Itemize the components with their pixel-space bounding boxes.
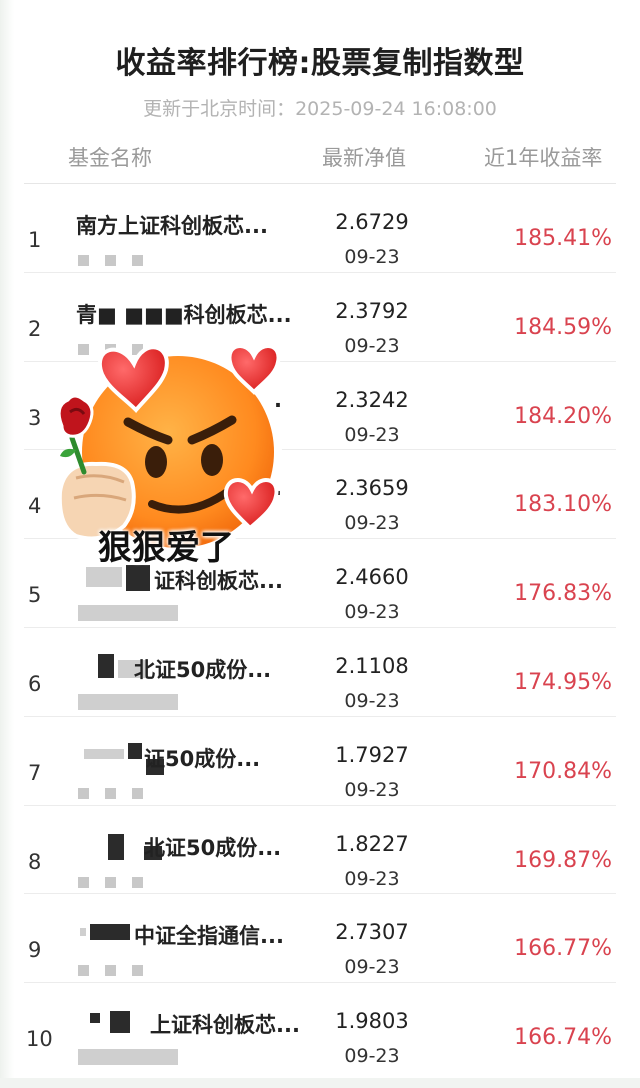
one-year-return: 166.74% bbox=[514, 1025, 612, 1051]
rank: 7 bbox=[28, 760, 42, 785]
rank: 5 bbox=[28, 583, 42, 608]
table-row[interactable]: 10 上证科创板芯... 1.9803 09-23 166.74% bbox=[24, 983, 616, 1072]
fund-code-blurred bbox=[78, 960, 178, 977]
one-year-return: 169.87% bbox=[514, 847, 612, 873]
sticker-caption: 狠狠爱了 bbox=[98, 528, 234, 568]
nav-date: 09-23 bbox=[344, 246, 400, 268]
update-time: 更新于北京时间：2025-09-24 16:08:00 bbox=[143, 98, 497, 120]
code-mosaic bbox=[78, 690, 188, 712]
rank: 6 bbox=[28, 671, 42, 696]
latest-nav: 2.3659 bbox=[335, 476, 409, 501]
code-mosaic bbox=[78, 601, 188, 623]
name-mosaic bbox=[86, 1009, 156, 1035]
nav-date: 09-23 bbox=[344, 689, 400, 712]
latest-nav: 2.7307 bbox=[335, 920, 409, 945]
latest-nav: 1.9803 bbox=[335, 1009, 409, 1034]
fund-code-blurred bbox=[78, 783, 178, 799]
header-fund-name[interactable]: 基金名称 bbox=[68, 142, 152, 172]
nav-date: 09-23 bbox=[344, 601, 400, 624]
rank: 9 bbox=[28, 938, 42, 963]
name-mosaic bbox=[80, 920, 140, 946]
one-year-return: 176.83% bbox=[514, 581, 612, 607]
one-year-return: 185.41% bbox=[514, 226, 612, 251]
fund-code-blurred bbox=[78, 872, 178, 888]
latest-nav: 2.1108 bbox=[335, 653, 409, 678]
table-row[interactable]: 1 南方上证科创板芯... 2.6729 09-23 185.41% bbox=[24, 184, 616, 273]
one-year-return: 184.59% bbox=[514, 314, 612, 340]
one-year-return: 166.77% bbox=[514, 936, 612, 962]
one-year-return: 174.95% bbox=[514, 669, 612, 695]
table-row[interactable]: 9 中证全指通信... 2.7307 09-23 166.77% bbox=[24, 894, 616, 984]
nav-date: 09-23 bbox=[344, 956, 400, 979]
rank: 8 bbox=[28, 849, 42, 874]
latest-nav: 2.6729 bbox=[335, 210, 409, 234]
nav-date: 09-23 bbox=[344, 423, 400, 446]
fund-name[interactable]: 南方上证科创板芯... bbox=[76, 210, 306, 240]
one-year-return: 183.10% bbox=[514, 492, 612, 518]
nav-date: 09-23 bbox=[344, 334, 400, 357]
fund-list: 1 南方上证科创板芯... 2.6729 09-23 185.41% 2 青■ … bbox=[0, 184, 640, 1072]
nav-date: 09-23 bbox=[344, 778, 400, 801]
bottom-edge bbox=[0, 1078, 640, 1088]
rank: 10 bbox=[26, 1027, 53, 1052]
one-year-return: 184.20% bbox=[514, 403, 612, 429]
header-1y-return[interactable]: 近1年收益率 bbox=[484, 142, 602, 172]
nav-date: 09-23 bbox=[344, 867, 400, 890]
page-title: 收益率排行榜:股票复制指数型 bbox=[115, 46, 525, 81]
nav-date: 09-23 bbox=[344, 512, 400, 535]
latest-nav: 1.7927 bbox=[335, 742, 409, 767]
code-mosaic bbox=[78, 1045, 188, 1067]
latest-nav: 1.8227 bbox=[335, 831, 409, 856]
header-latest-nav[interactable]: 最新净值 bbox=[322, 142, 406, 172]
nav-date: 09-23 bbox=[344, 1045, 400, 1068]
table-row[interactable]: 6 北证50成份... 2.1108 09-23 174.95% bbox=[24, 628, 616, 717]
rank: 1 bbox=[28, 228, 42, 252]
fund-code-blurred bbox=[78, 250, 178, 266]
one-year-return: 170.84% bbox=[514, 758, 612, 784]
latest-nav: 2.3242 bbox=[335, 387, 409, 412]
latest-nav: 2.4660 bbox=[335, 565, 409, 590]
table-header: 基金名称 最新净值 近1年收益率 bbox=[0, 140, 640, 176]
latest-nav: 2.3792 bbox=[335, 298, 409, 323]
table-row[interactable]: 7 证50成份... 1.7927 09-23 170.84% bbox=[24, 717, 616, 806]
table-row[interactable]: 8 北证50成份... 1.8227 09-23 169.87% bbox=[24, 806, 616, 895]
